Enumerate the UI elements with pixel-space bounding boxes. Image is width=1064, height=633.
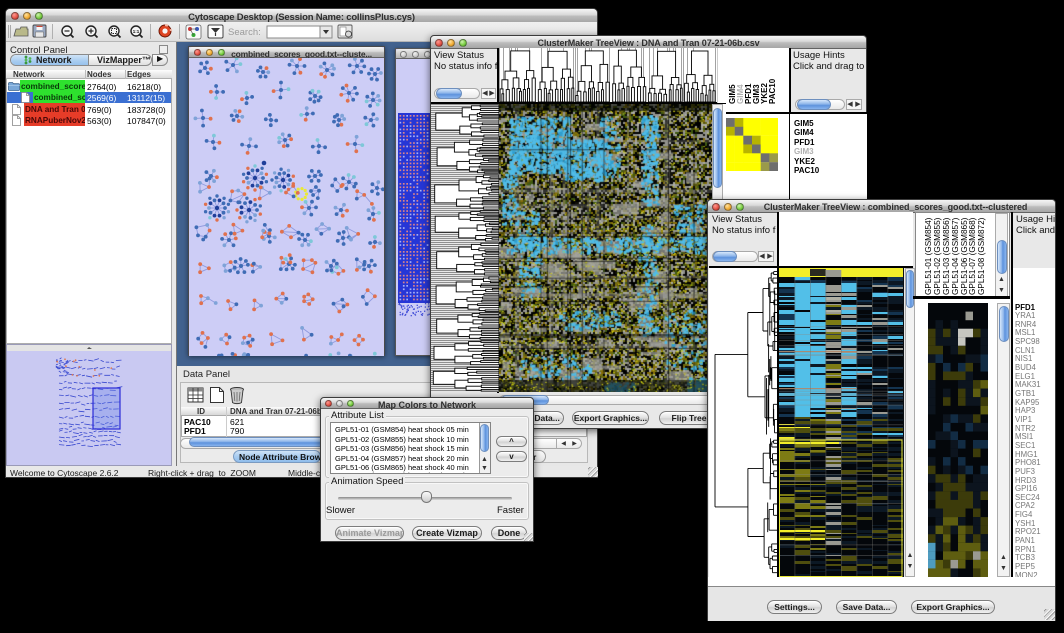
svg-text:1:1: 1:1 <box>133 29 140 34</box>
svg-text:Search:: Search: <box>228 27 261 38</box>
